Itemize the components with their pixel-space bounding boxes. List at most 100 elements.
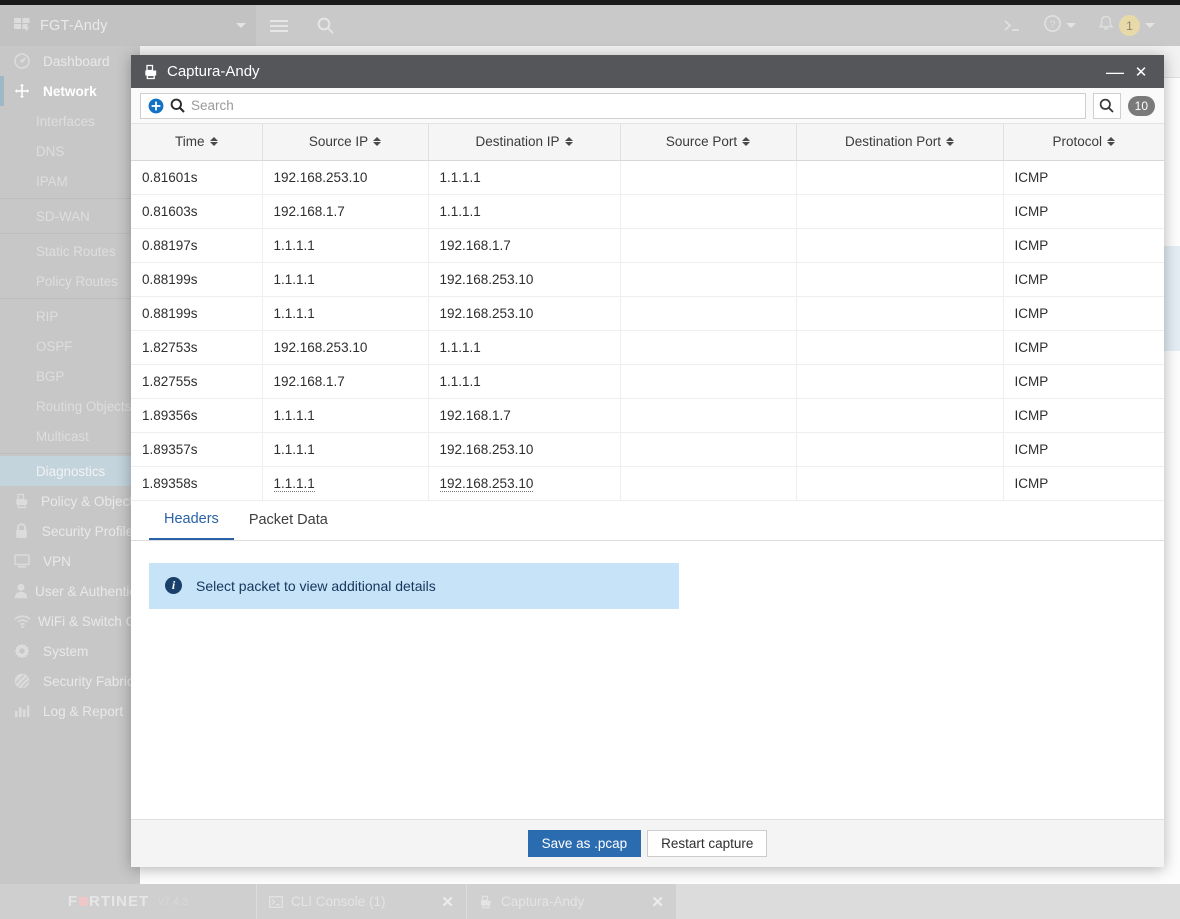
packet-capture-dialog: Captura-Andy — ✕ Search 10 Time Source I… <box>131 55 1164 867</box>
cell-dst-ip: 1.1.1.1 <box>428 330 621 365</box>
table-row[interactable]: 0.81603s 192.168.1.7 1.1.1.1 ICMP <box>131 194 1164 229</box>
cell-dst-port <box>796 160 1004 195</box>
sidebar-item-log-report[interactable]: Log & Report <box>0 696 140 726</box>
restart-capture-button[interactable]: Restart capture <box>647 830 768 857</box>
sidebar-item-security-fabric[interactable]: Security Fabric <box>0 666 140 696</box>
table-row[interactable]: 1.82755s 192.168.1.7 1.1.1.1 ICMP <box>131 364 1164 399</box>
table-row[interactable]: 1.89356s 1.1.1.1 192.168.1.7 ICMP <box>131 398 1164 433</box>
search-toolbar: 10 <box>131 88 1164 124</box>
tab-packet-data[interactable]: Packet Data <box>234 501 343 540</box>
cell-dst-ip: 192.168.253.10 <box>428 432 621 467</box>
minimize-button[interactable]: — <box>1102 59 1128 85</box>
sidebar-separator <box>0 233 140 234</box>
column-header-label: Source IP <box>308 134 369 150</box>
sort-toggle-icon[interactable] <box>946 137 955 147</box>
sidebar-item-label: Routing Objects <box>36 398 132 414</box>
alerts-menu[interactable]: 1 <box>1087 5 1166 46</box>
cell-dst-ip: 192.168.253.10 <box>428 466 621 501</box>
sidebar-item-rip[interactable]: RIP <box>0 301 140 331</box>
column-header-source-port[interactable]: Source Port <box>620 124 797 161</box>
sidebar-item-dashboard[interactable]: Dashboard <box>0 46 140 76</box>
sidebar-item-network[interactable]: Network <box>0 76 140 106</box>
table-header-row: Time Source IP Destination IP Source Port De… <box>131 124 1165 161</box>
taskbar-filler <box>676 884 1180 919</box>
sidebar-item-bgp[interactable]: BGP <box>0 361 140 391</box>
sort-toggle-icon[interactable] <box>564 137 573 147</box>
taskbar-item[interactable]: CLI Console (1) ✕ <box>256 884 466 919</box>
sidebar-item-ospf[interactable]: OSPF <box>0 331 140 361</box>
cell-protocol: ICMP <box>1003 398 1164 433</box>
dialog-title-bar[interactable]: Captura-Andy — ✕ <box>131 55 1164 88</box>
search-input[interactable] <box>191 98 1078 113</box>
active-group-indicator <box>0 76 4 106</box>
sidebar-item-vpn[interactable]: VPN <box>0 546 140 576</box>
sidebar-item-policy-objects[interactable]: Policy & Objects <box>0 486 140 516</box>
search-icon[interactable] <box>302 5 348 46</box>
cell-src-ip: 1.1.1.1 <box>262 296 429 331</box>
help-menu[interactable]: ? <box>1033 5 1087 46</box>
sidebar-item-security-profiles[interactable]: Security Profiles <box>0 516 140 546</box>
column-header-inner: Destination Port <box>797 134 1003 149</box>
table-row[interactable]: 1.89358s 1.1.1.1 192.168.253.10 ICMP <box>131 466 1164 501</box>
table-row[interactable]: 0.88199s 1.1.1.1 192.168.253.10 ICMP <box>131 262 1164 297</box>
column-header-protocol[interactable]: Protocol <box>1003 124 1165 161</box>
cell-src-port <box>620 296 797 331</box>
sidebar-item-user-authentication[interactable]: User & Authentication <box>0 576 140 606</box>
taskbar-item[interactable]: Captura-Andy ✕ <box>466 884 676 919</box>
cell-protocol: ICMP <box>1003 262 1164 297</box>
sort-toggle-icon[interactable] <box>1107 137 1116 147</box>
table-row[interactable]: 1.82753s 192.168.253.10 1.1.1.1 ICMP <box>131 330 1164 365</box>
table-row[interactable]: 1.89357s 1.1.1.1 192.168.253.10 ICMP <box>131 432 1164 467</box>
sidebar-item-label: RIP <box>36 308 59 324</box>
sidebar-item-wifi-switch-controller[interactable]: WiFi & Switch Controller <box>0 606 140 636</box>
sidebar-item-label: SD-WAN <box>36 208 90 224</box>
column-header-destination-port[interactable]: Destination Port <box>796 124 1004 161</box>
chevron-down-icon <box>1145 23 1155 28</box>
search-submit-button[interactable] <box>1092 92 1121 119</box>
sidebar-item-label: OSPF <box>36 338 73 354</box>
sidebar-item-routing-objects[interactable]: Routing Objects <box>0 391 140 421</box>
hamburger-menu-icon[interactable] <box>256 5 302 46</box>
table-body: 0.81601s 192.168.253.10 1.1.1.1 ICMP 0.81603… <box>131 160 1164 501</box>
sort-toggle-icon[interactable] <box>742 137 751 147</box>
search-field-container[interactable] <box>140 92 1086 119</box>
sidebar-item-interfaces[interactable]: Interfaces <box>0 106 140 136</box>
info-banner: i Select packet to view additional detai… <box>149 562 679 609</box>
close-button[interactable]: ✕ <box>1128 59 1154 85</box>
sidebar-item-ipam[interactable]: IPAM <box>0 166 140 196</box>
close-icon[interactable]: ✕ <box>441 893 454 911</box>
sidebar-item-system[interactable]: System <box>0 636 140 666</box>
table-row[interactable]: 0.88197s 1.1.1.1 192.168.1.7 ICMP <box>131 228 1164 263</box>
table-row[interactable]: 0.81601s 192.168.253.10 1.1.1.1 ICMP <box>131 160 1164 195</box>
chart-icon <box>14 704 36 718</box>
save-pcap-button[interactable]: Save as .pcap <box>527 830 642 857</box>
main-sidebar: Dashboard Network Interfaces DNS IPAM SD-WAN S… <box>0 46 140 884</box>
chevron-down-icon <box>1066 23 1076 28</box>
sidebar-item-dns[interactable]: DNS <box>0 136 140 166</box>
cli-console-icon[interactable] <box>992 5 1033 46</box>
cell-src-port <box>620 228 797 263</box>
tab-headers[interactable]: Headers <box>149 501 234 540</box>
column-header-inner: Protocol <box>1004 134 1165 149</box>
cell-dst-ip: 192.168.253.10 <box>428 296 621 331</box>
column-header-time[interactable]: Time <box>131 124 263 161</box>
cell-src-ip: 192.168.253.10 <box>262 330 429 365</box>
sidebar-item-sd-wan[interactable]: SD-WAN <box>0 201 140 231</box>
column-header-source-ip[interactable]: Source IP <box>262 124 429 161</box>
add-circle-icon[interactable] <box>148 98 164 114</box>
cell-src-port <box>620 160 797 195</box>
sort-toggle-icon[interactable] <box>209 137 218 147</box>
close-icon[interactable]: ✕ <box>651 893 664 911</box>
cell-time: 0.81603s <box>131 194 263 229</box>
sidebar-item-static-routes[interactable]: Static Routes <box>0 236 140 266</box>
table-row[interactable]: 0.88199s 1.1.1.1 192.168.253.10 ICMP <box>131 296 1164 331</box>
sidebar-item-diagnostics[interactable]: Diagnostics <box>0 456 140 486</box>
sidebar-item-policy-routes[interactable]: Policy Routes <box>0 266 140 296</box>
column-header-destination-ip[interactable]: Destination IP <box>428 124 621 161</box>
sidebar-item-label: WiFi & Switch Controller <box>38 613 140 629</box>
alert-count-badge: 1 <box>1119 15 1140 36</box>
column-header-inner: Time <box>131 134 262 149</box>
sidebar-item-multicast[interactable]: Multicast <box>0 421 140 451</box>
sort-toggle-icon[interactable] <box>373 137 382 147</box>
device-selector[interactable]: FGT-Andy <box>0 5 256 46</box>
